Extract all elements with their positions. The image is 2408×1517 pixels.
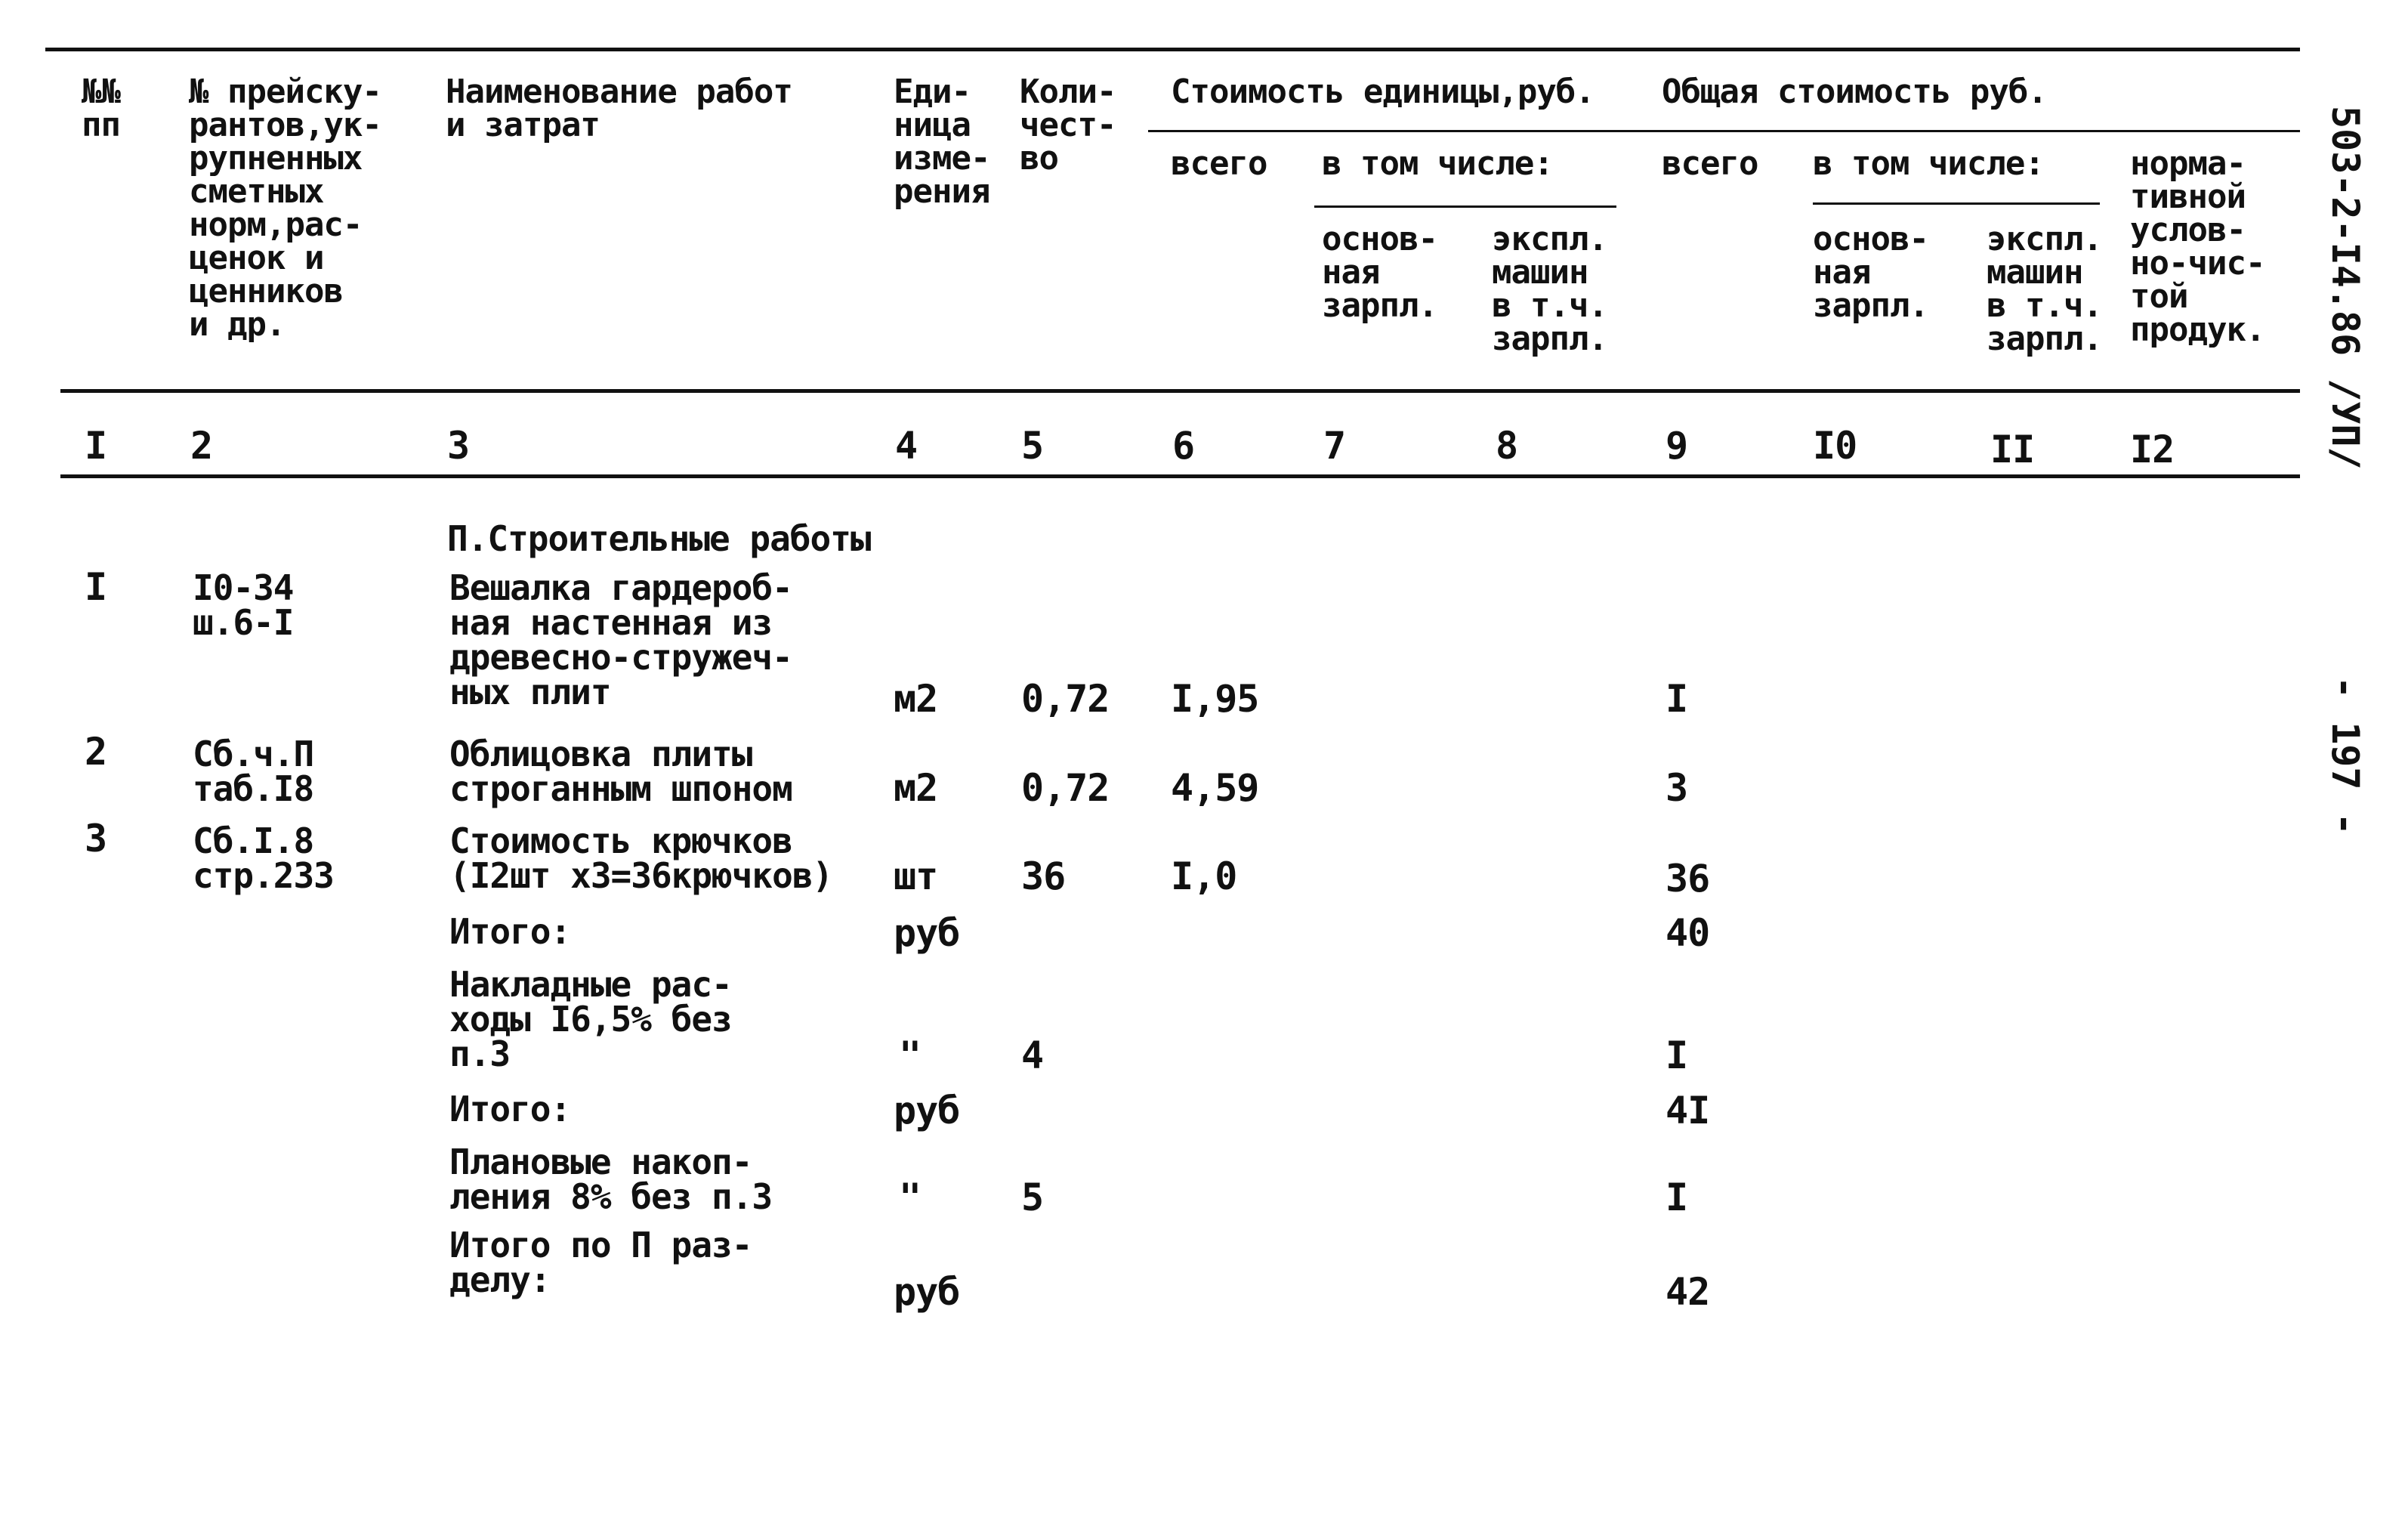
row-work-name: Итого: (449, 1089, 571, 1129)
row-quantity: 4 (1021, 1033, 1044, 1077)
section-title: П.Строительные работы (447, 518, 872, 559)
cost-group-rule (1148, 130, 2300, 132)
row-price-ref: Сб.I.8 стр.233 (193, 820, 335, 896)
row-price-ref: Сб.ч.П таб.I8 (193, 734, 314, 809)
header-total-wages: основ- ная зарпл. (1813, 220, 1929, 325)
header-total-incl: в том числе: (1813, 144, 2045, 183)
row-work-name: Накладные рас- ходы I6,5% без п.3 (449, 964, 733, 1074)
row-quantity: 36 (1021, 854, 1066, 898)
header-normative: норма- тивной услов- но-чис- той продук. (2130, 144, 2265, 349)
row-number: 3 (85, 817, 107, 860)
column-number: 2 (190, 424, 213, 468)
row-unit: " (899, 1176, 922, 1219)
column-number: 7 (1323, 424, 1346, 468)
column-number: I2 (2130, 428, 2175, 471)
row-unit: руб (894, 1089, 960, 1132)
header-col-unit: Еди- ница изме- рения (894, 73, 990, 211)
row-unit: шт (894, 854, 938, 898)
row-unit-cost: I,0 (1171, 854, 1237, 898)
column-number: 6 (1172, 424, 1195, 468)
total-incl-rule (1813, 202, 2100, 205)
row-price-ref: I0-34 ш.6-I (193, 567, 294, 643)
row-work-name: Итого по П раз- делу: (449, 1225, 752, 1300)
row-total-cost: 40 (1666, 911, 1710, 955)
header-unit-total: всего (1171, 144, 1267, 183)
column-number: 9 (1666, 424, 1688, 468)
header-col-price-ref: № прейску- рантов,ук- рупненных сметных … (189, 73, 382, 344)
header-unit-machines: экспл. машин в т.ч. зарпл. (1492, 220, 1608, 358)
row-number: 2 (85, 730, 107, 774)
page-number: - 197 - (2323, 676, 2367, 836)
header-unit-wages: основ- ная зарпл. (1322, 220, 1438, 325)
row-quantity: 5 (1021, 1176, 1044, 1219)
row-unit-cost: 4,59 (1171, 766, 1259, 810)
unit-incl-rule (1314, 205, 1616, 208)
row-unit-cost: I,95 (1171, 677, 1259, 721)
column-number: 8 (1496, 424, 1518, 468)
header-unit-cost-group: Стоимость единицы,руб. (1171, 73, 1595, 111)
header-unit-incl: в том числе: (1322, 144, 1554, 183)
header-total-cost-group: Общая стоимость руб. (1662, 73, 2048, 111)
table-top-rule (45, 48, 2300, 51)
column-number: 4 (895, 424, 918, 468)
row-total-cost: I (1666, 1033, 1688, 1077)
header-col-quantity: Коли- чест- во (1020, 73, 1116, 178)
column-number: 5 (1021, 424, 1044, 468)
row-total-cost: 36 (1666, 857, 1710, 901)
header-col-number: №№ пп (82, 73, 121, 144)
column-number: I (85, 424, 107, 468)
row-unit: руб (894, 911, 960, 955)
header-bottom-rule (60, 389, 2300, 393)
header-total-total: всего (1662, 144, 1758, 183)
row-work-name: Стоимость крючков (I2шт х3=36крючков) (449, 820, 833, 896)
row-total-cost: I (1666, 1176, 1688, 1219)
document-code: 503-2-I4.86 /УП/ (2323, 106, 2367, 470)
row-unit: руб (894, 1270, 960, 1314)
row-work-name: Вешалка гардероб- ная настенная из древе… (449, 567, 793, 712)
row-quantity: 0,72 (1021, 766, 1110, 810)
row-total-cost: I (1666, 677, 1688, 721)
row-work-name: Итого: (449, 911, 571, 952)
row-unit: м2 (894, 766, 938, 810)
column-number: II (1990, 428, 2035, 471)
row-unit: м2 (894, 677, 938, 721)
row-quantity: 0,72 (1021, 677, 1110, 721)
row-number: I (85, 565, 107, 609)
column-number: 3 (447, 424, 470, 468)
header-col-work-name: Наименование работ и затрат (446, 73, 793, 144)
row-work-name: Облицовка плиты строганным шпоном (449, 734, 793, 809)
header-total-machines: экспл. машин в т.ч. зарпл. (1987, 220, 2103, 358)
row-work-name: Плановые накоп- ления 8% без п.3 (449, 1142, 773, 1217)
column-numbers-rule (60, 474, 2300, 478)
row-total-cost: 3 (1666, 766, 1688, 810)
row-total-cost: 4I (1666, 1089, 1710, 1132)
column-number: I0 (1813, 424, 1857, 468)
row-unit: " (899, 1033, 922, 1077)
row-total-cost: 42 (1666, 1270, 1710, 1314)
